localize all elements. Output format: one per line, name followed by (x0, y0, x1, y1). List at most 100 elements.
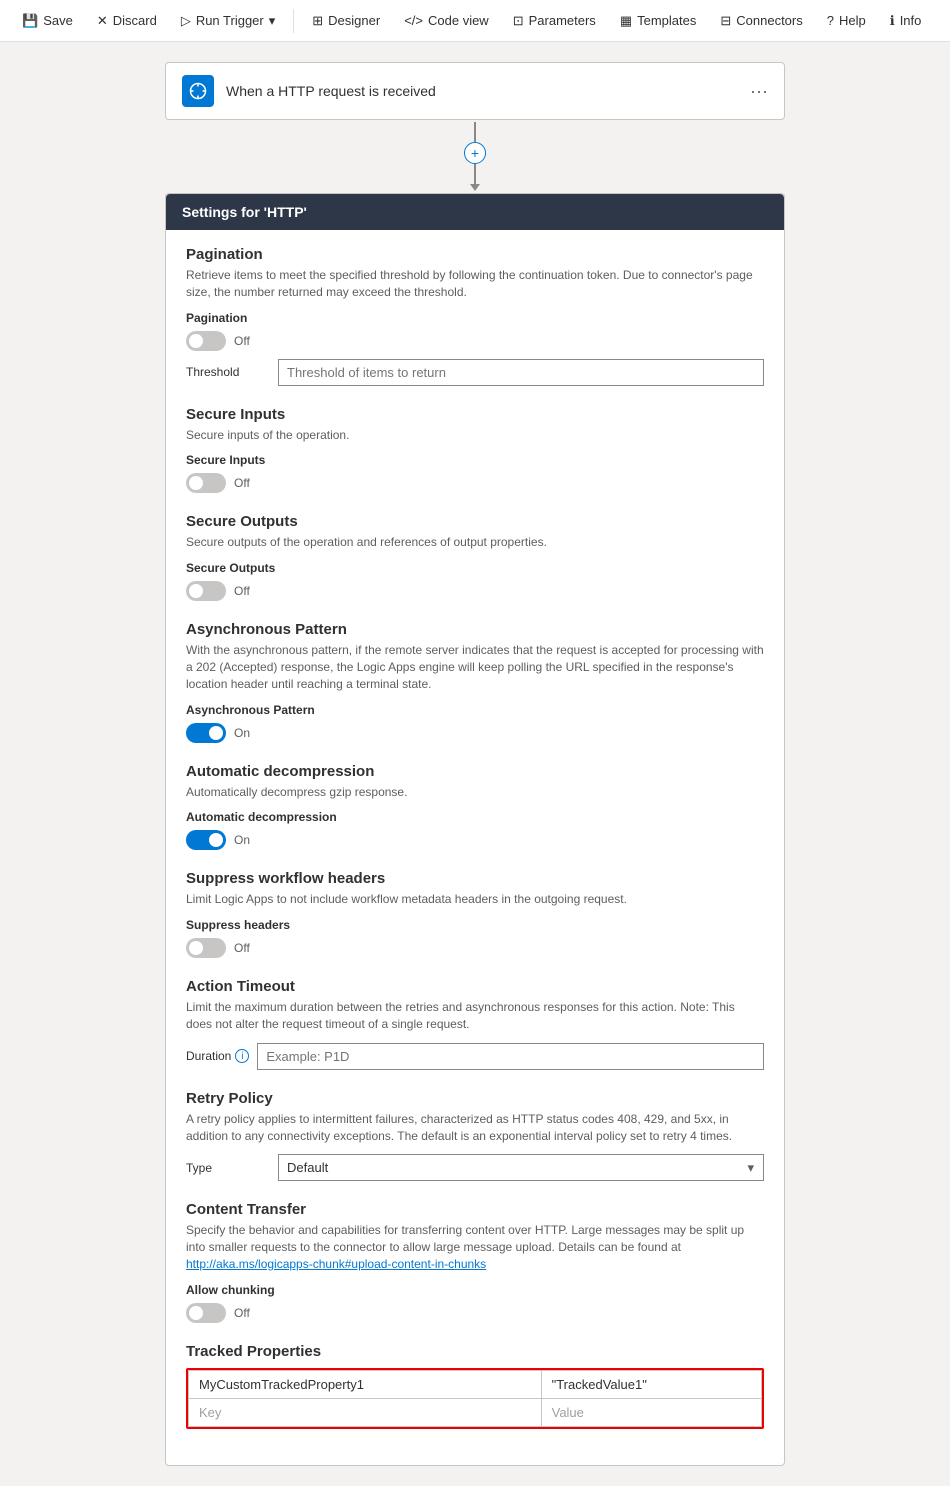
secure-outputs-desc: Secure outputs of the operation and refe… (186, 534, 764, 551)
retry-policy-title: Retry Policy (186, 1090, 764, 1107)
templates-icon: ▦ (620, 13, 632, 29)
code-view-button[interactable]: </> Code view (394, 9, 499, 32)
duration-input[interactable] (257, 1043, 764, 1070)
async-pattern-toggle[interactable] (186, 723, 226, 743)
secure-outputs-toggle-row: Secure Outputs Off (186, 561, 764, 601)
secure-outputs-toggle-state: Off (234, 584, 250, 598)
trigger-icon (182, 75, 214, 107)
chunking-toggle[interactable] (186, 1303, 226, 1323)
duration-label: Duration i (186, 1049, 249, 1063)
action-timeout-desc: Limit the maximum duration between the r… (186, 999, 764, 1033)
canvas: When a HTTP request is received ··· + Se… (0, 42, 950, 1486)
auto-decomp-toggle-thumb (209, 833, 223, 847)
async-pattern-toggle-container: On (186, 723, 764, 743)
auto-decomp-toggle-state: On (234, 833, 250, 847)
threshold-row: Threshold (186, 359, 764, 386)
more-options-button[interactable]: ··· (750, 81, 768, 102)
suppress-headers-section: Suppress workflow headers Limit Logic Ap… (186, 870, 764, 958)
info-button[interactable]: ℹ Info (880, 9, 932, 33)
secure-inputs-desc: Secure inputs of the operation. (186, 427, 764, 444)
tracked-table-wrapper: MyCustomTrackedProperty1"TrackedValue1"K… (186, 1368, 764, 1429)
tracked-key-cell: MyCustomTrackedProperty1 (189, 1370, 542, 1398)
action-timeout-title: Action Timeout (186, 978, 764, 995)
secure-outputs-section: Secure Outputs Secure outputs of the ope… (186, 513, 764, 601)
tracked-properties-section: Tracked Properties MyCustomTrackedProper… (186, 1343, 764, 1429)
pagination-section: Pagination Retrieve items to meet the sp… (186, 246, 764, 386)
retry-type-select[interactable]: Default None Exponential interval Fixed … (278, 1154, 764, 1181)
toolbar: 💾 Save ✕ Discard ▷ Run Trigger ▾ ⊞ Desig… (0, 0, 950, 42)
tracked-key-cell: Key (189, 1398, 542, 1426)
auto-decomp-title: Automatic decompression (186, 763, 764, 780)
retry-policy-desc: A retry policy applies to intermittent f… (186, 1111, 764, 1145)
secure-outputs-toggle-thumb (189, 584, 203, 598)
async-pattern-desc: With the asynchronous pattern, if the re… (186, 642, 764, 692)
duration-row: Duration i (186, 1043, 764, 1070)
secure-outputs-toggle-container: Off (186, 581, 764, 601)
dropdown-arrow-icon: ▾ (269, 13, 276, 29)
connectors-icon: ⊟ (720, 13, 731, 29)
pagination-toggle[interactable] (186, 331, 226, 351)
secure-inputs-toggle-container: Off (186, 473, 764, 493)
async-pattern-section: Asynchronous Pattern With the asynchrono… (186, 621, 764, 742)
threshold-label: Threshold (186, 365, 266, 379)
connectors-button[interactable]: ⊟ Connectors (710, 9, 812, 33)
help-icon: ? (827, 13, 834, 28)
suppress-headers-title: Suppress workflow headers (186, 870, 764, 887)
separator (293, 9, 294, 33)
auto-decomp-toggle-label: Automatic decompression (186, 810, 764, 824)
run-trigger-button[interactable]: ▷ Run Trigger ▾ (171, 9, 285, 33)
async-pattern-toggle-state: On (234, 726, 250, 740)
chunking-toggle-label: Allow chunking (186, 1283, 764, 1297)
tracked-value-cell: Value (541, 1398, 761, 1426)
add-step-button[interactable]: + (464, 142, 486, 164)
secure-inputs-toggle[interactable] (186, 473, 226, 493)
connector-arrow: + (464, 122, 486, 191)
save-button[interactable]: 💾 Save (12, 9, 83, 33)
arrow-head (470, 184, 480, 191)
trigger-card: When a HTTP request is received ··· (165, 62, 785, 120)
secure-inputs-toggle-thumb (189, 476, 203, 490)
settings-body: Pagination Retrieve items to meet the sp… (166, 230, 784, 1465)
parameters-icon: ⊡ (513, 13, 524, 29)
save-icon: 💾 (22, 13, 38, 29)
tracked-value-cell: "TrackedValue1" (541, 1370, 761, 1398)
content-transfer-link[interactable]: http://aka.ms/logicapps-chunk#upload-con… (186, 1257, 486, 1271)
trigger-title: When a HTTP request is received (226, 83, 738, 99)
settings-header: Settings for 'HTTP' (166, 194, 784, 230)
templates-button[interactable]: ▦ Templates (610, 9, 707, 33)
suppress-headers-toggle[interactable] (186, 938, 226, 958)
auto-decomp-toggle-row: Automatic decompression On (186, 810, 764, 850)
content-transfer-desc: Specify the behavior and capabilities fo… (186, 1222, 764, 1272)
tracked-properties-title: Tracked Properties (186, 1343, 764, 1360)
suppress-headers-toggle-row: Suppress headers Off (186, 918, 764, 958)
pagination-toggle-row: Pagination Off (186, 311, 764, 351)
suppress-headers-toggle-thumb (189, 941, 203, 955)
chunking-toggle-container: Off (186, 1303, 764, 1323)
auto-decomp-section: Automatic decompression Automatically de… (186, 763, 764, 851)
threshold-input[interactable] (278, 359, 764, 386)
pagination-toggle-label: Pagination (186, 311, 764, 325)
secure-outputs-title: Secure Outputs (186, 513, 764, 530)
pagination-desc: Retrieve items to meet the specified thr… (186, 267, 764, 301)
tracked-table-row: KeyValue (189, 1398, 762, 1426)
parameters-button[interactable]: ⊡ Parameters (503, 9, 606, 33)
async-pattern-title: Asynchronous Pattern (186, 621, 764, 638)
discard-button[interactable]: ✕ Discard (87, 9, 167, 33)
arrow-line-top (474, 122, 476, 142)
designer-button[interactable]: ⊞ Designer (302, 9, 390, 33)
auto-decomp-toggle-container: On (186, 830, 764, 850)
arrow-line-bottom (474, 164, 476, 184)
suppress-headers-toggle-label: Suppress headers (186, 918, 764, 932)
auto-decomp-toggle[interactable] (186, 830, 226, 850)
pagination-toggle-container: Off (186, 331, 764, 351)
tracked-table: MyCustomTrackedProperty1"TrackedValue1"K… (188, 1370, 762, 1427)
retry-policy-section: Retry Policy A retry policy applies to i… (186, 1090, 764, 1182)
content-transfer-title: Content Transfer (186, 1201, 764, 1218)
secure-outputs-toggle[interactable] (186, 581, 226, 601)
chunking-toggle-thumb (189, 1306, 203, 1320)
secure-outputs-toggle-label: Secure Outputs (186, 561, 764, 575)
duration-info-icon[interactable]: i (235, 1049, 249, 1063)
discard-icon: ✕ (97, 13, 108, 29)
help-button[interactable]: ? Help (817, 9, 876, 32)
action-timeout-section: Action Timeout Limit the maximum duratio… (186, 978, 764, 1070)
